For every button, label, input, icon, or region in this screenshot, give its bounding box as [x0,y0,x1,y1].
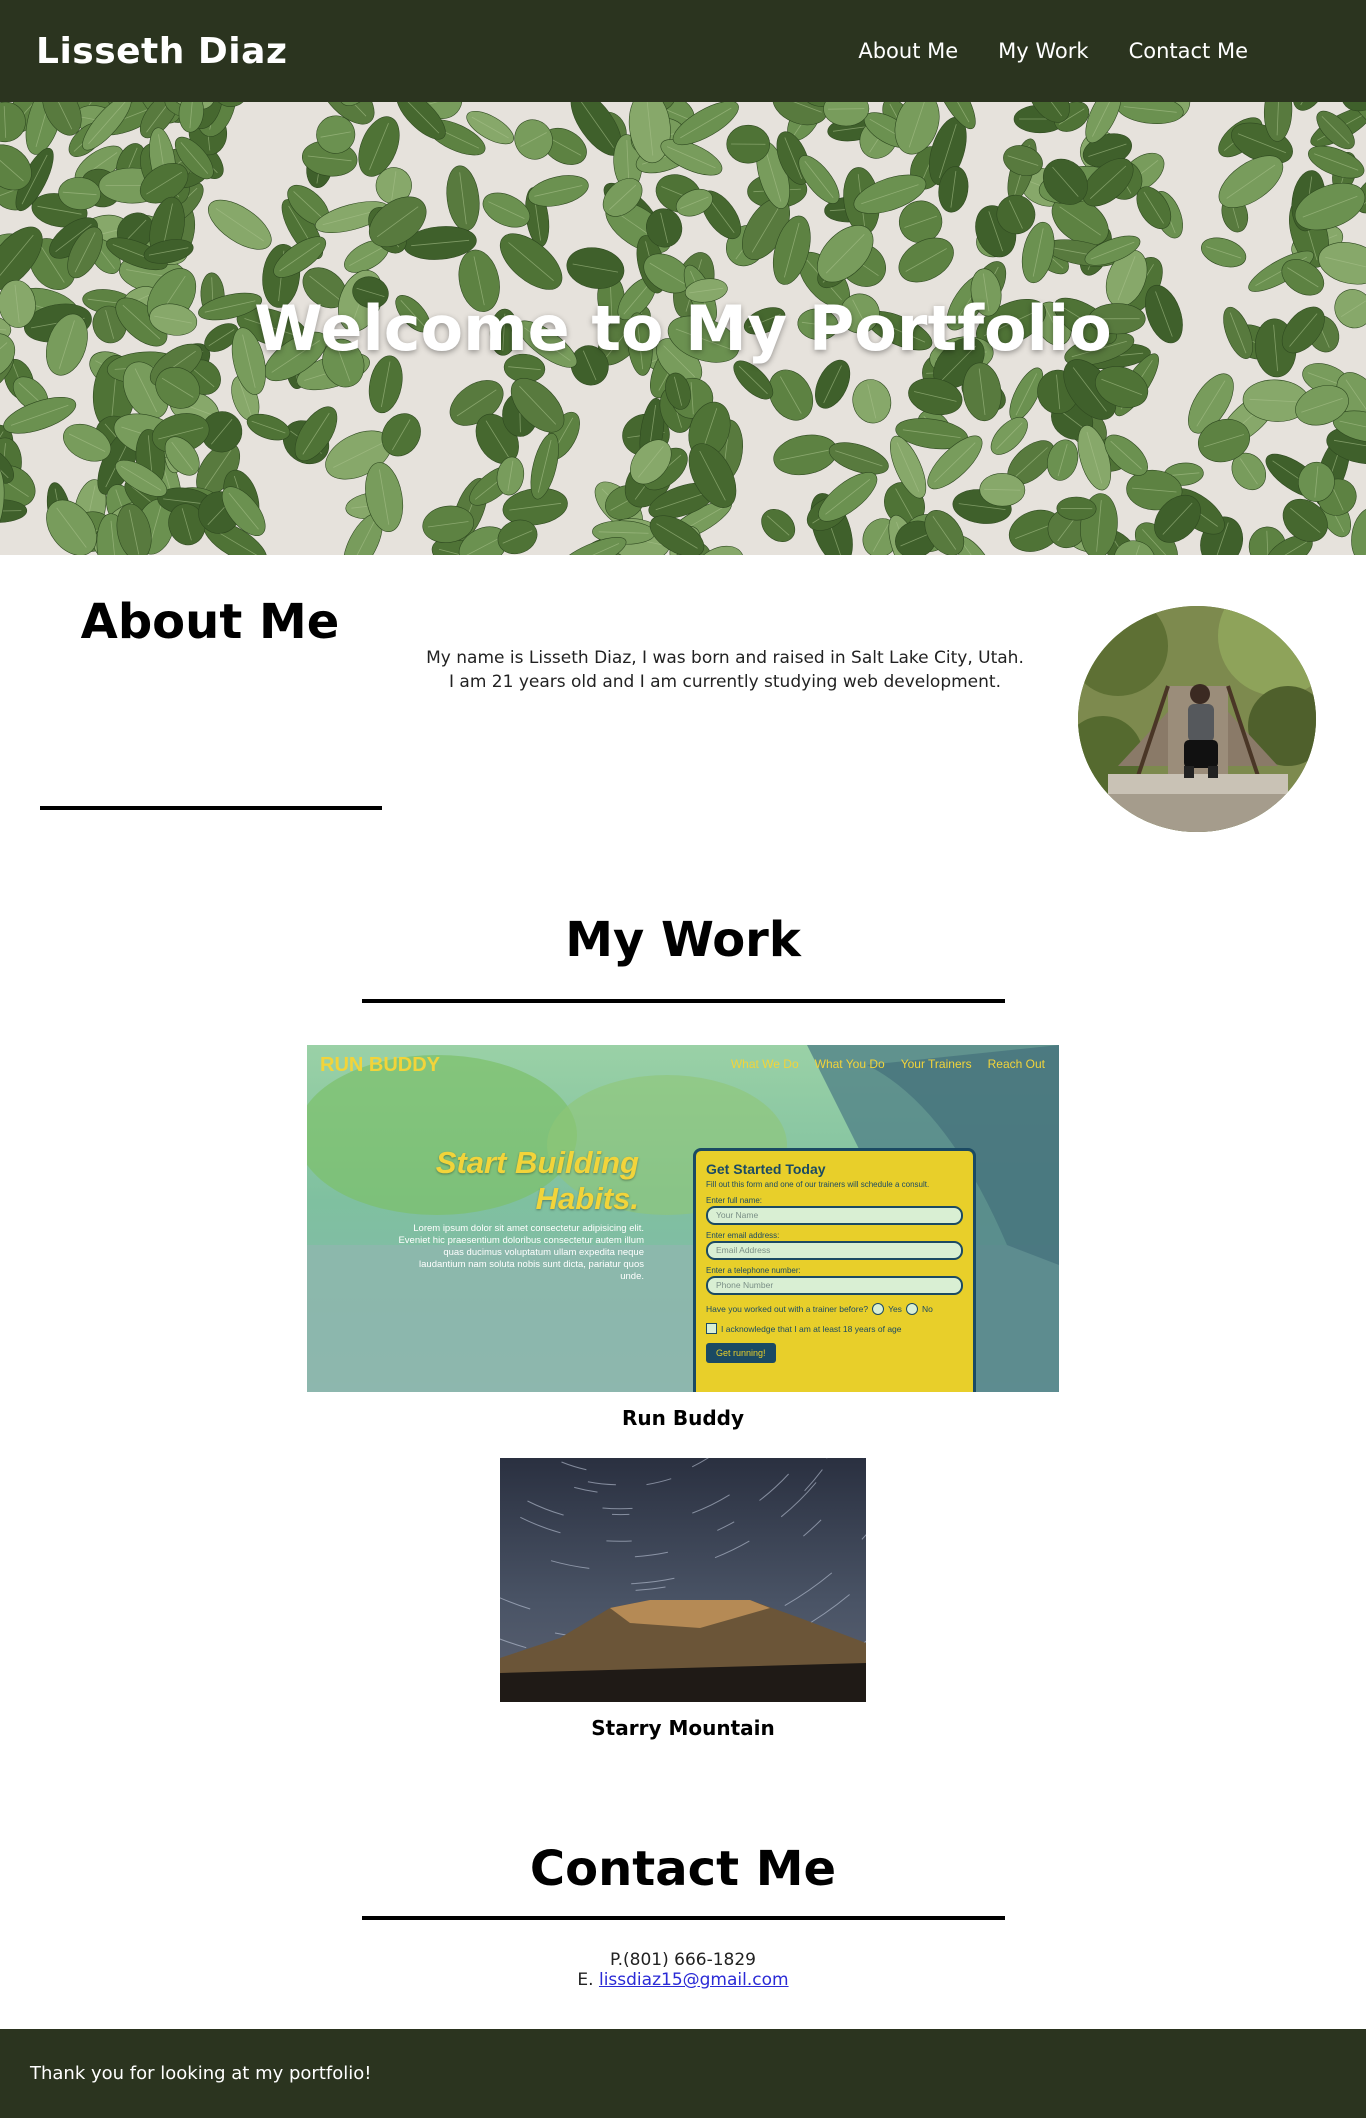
run-buddy-name-label: Enter full name: [706,1196,763,1205]
radio-icon [905,1303,918,1315]
run-buddy-email-label: Enter email address: [706,1231,780,1240]
main-nav: About Me My Work Contact Me [858,39,1248,63]
run-buddy-age-row: I acknowledge that I am at least 18 year… [706,1323,963,1334]
run-buddy-trainer-question: Have you worked out with a trainer befor… [706,1304,869,1314]
contact-info: P.(801) 666-1829 E. lissdiaz15@gmail.com [0,1950,1366,1990]
footer-text: Thank you for looking at my portfolio! [30,2063,372,2084]
nav-link-contact-me[interactable]: Contact Me [1129,39,1248,63]
run-buddy-brand: RUN BUDDY [320,1054,440,1076]
run-buddy-form-subtitle: Fill out this form and one of our traine… [706,1180,930,1189]
run-buddy-email-field: Email Address [706,1241,963,1260]
run-buddy-nav-item: What You Do [814,1057,885,1071]
run-buddy-nav-item: What We Do [730,1057,799,1071]
starry-mountain-caption[interactable]: Starry Mountain [0,1716,1366,1740]
contact-divider [362,1916,1005,1920]
site-title[interactable]: Lisseth Diaz [36,31,287,72]
contact-heading: Contact Me [529,1841,837,1897]
run-buddy-headline: Start Building Habits. [367,1145,639,1217]
radio-icon [872,1303,885,1315]
run-buddy-headline-line: Habits. [535,1181,639,1216]
contact-email-link[interactable]: lissdiaz15@gmail.com [599,1970,789,1990]
run-buddy-yes-label: Yes [888,1304,902,1314]
nav-link-about-me[interactable]: About Me [858,39,958,63]
run-buddy-form: Get Started Today Fill out this form and… [693,1148,976,1392]
profile-photo [1078,606,1316,832]
checkbox-icon [706,1323,717,1334]
run-buddy-phone-label: Enter a telephone number: [706,1266,801,1275]
run-buddy-nav-item: Your Trainers [900,1057,972,1071]
about-divider [40,806,382,810]
about-text: My name is Lisseth Diaz, I was born and … [426,648,1024,692]
run-buddy-nav-item: Reach Out [987,1057,1045,1071]
run-buddy-name-field: Your Name [706,1206,963,1225]
run-buddy-project-image[interactable]: RUN BUDDY What We Do What You Do Your Tr… [307,1045,1059,1392]
contact-phone: P.(801) 666-1829 [610,1950,756,1970]
run-buddy-form-title: Get Started Today [706,1161,826,1177]
contact-email-prefix: E. [577,1970,594,1990]
my-work-heading: My Work [565,912,801,968]
contact-email-line: E. lissdiaz15@gmail.com [0,1970,1366,1990]
run-buddy-nav: What We Do What You Do Your Trainers Rea… [731,1057,1045,1071]
run-buddy-caption[interactable]: Run Buddy [0,1406,1366,1430]
site-header: Lisseth Diaz About Me My Work Contact Me [0,0,1366,102]
run-buddy-phone-field: Phone Number [706,1276,963,1295]
my-work-divider [362,999,1005,1003]
site-footer: Thank you for looking at my portfolio! [0,2029,1366,2118]
run-buddy-lorem: Lorem ipsum dolor sit amet consectetur a… [398,1223,644,1282]
starry-mountain-project-image[interactable] [500,1458,866,1702]
nav-link-my-work[interactable]: My Work [998,39,1088,63]
run-buddy-submit: Get running! [706,1343,776,1363]
hero-banner: Welcome to My Portfolio [0,102,1366,555]
run-buddy-no-label: No [921,1304,933,1314]
run-buddy-age-label: I acknowledge that I am at least 18 year… [721,1323,902,1334]
run-buddy-headline-line: Start Building [435,1145,639,1180]
hero-title: Welcome to My Portfolio [254,292,1112,365]
run-buddy-trainer-row: Have you worked out with a trainer befor… [706,1303,963,1315]
about-heading: About Me [80,594,340,650]
